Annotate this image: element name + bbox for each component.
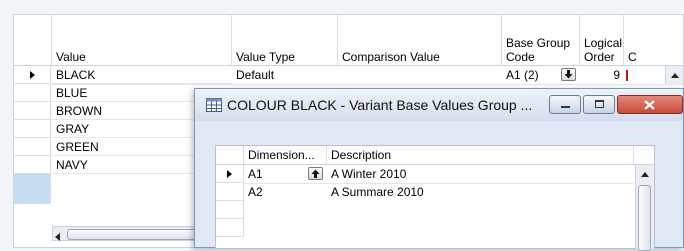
cell-description[interactable]: A Winter 2010 xyxy=(331,165,406,183)
row-selector[interactable] xyxy=(14,156,51,174)
header-c[interactable]: C xyxy=(624,15,654,66)
dimension-row-selector[interactable] xyxy=(216,201,244,219)
row-divider xyxy=(244,183,634,184)
cell-comparison-value[interactable] xyxy=(338,66,502,84)
header-base-group-code[interactable]: Base Group Code xyxy=(502,15,580,66)
dimension-lookup-button[interactable] xyxy=(308,167,323,180)
horizontal-scroll-thumb[interactable] xyxy=(67,229,209,240)
row-selector-header xyxy=(14,15,52,66)
text-cursor-marker xyxy=(626,70,628,81)
variant-base-values-dialog: COLOUR BLACK - Variant Base Values Group… xyxy=(194,88,684,251)
current-row-arrow-icon xyxy=(29,70,35,79)
vertical-scroll-thumb[interactable] xyxy=(638,185,651,251)
header-comparison-value-label: Comparison Value xyxy=(342,50,440,64)
dialog-title: COLOUR BLACK - Variant Base Values Group… xyxy=(227,97,533,113)
header-base-group-code-line1: Base Group xyxy=(506,36,571,50)
row-selector[interactable] xyxy=(14,102,51,120)
header-dimension[interactable]: Dimension... xyxy=(244,146,327,164)
row-selector[interactable] xyxy=(14,138,51,156)
header-value[interactable]: Value xyxy=(52,15,232,66)
dialog-title-bar[interactable]: COLOUR BLACK - Variant Base Values Group… xyxy=(195,89,683,121)
header-value-type-label: Value Type xyxy=(236,50,295,64)
horizontal-scrollbar[interactable] xyxy=(52,226,212,241)
row-divider xyxy=(52,84,683,85)
down-arrow-icon xyxy=(564,70,573,79)
header-base-group-code-line2: Code xyxy=(506,50,535,64)
header-value-label: Value xyxy=(56,50,86,64)
dimension-row-selector[interactable] xyxy=(216,183,244,201)
header-logical-order[interactable]: Logical Order xyxy=(580,15,624,66)
dimension-vertical-scrollbar[interactable] xyxy=(635,165,654,251)
cell-logical-order[interactable]: 9 xyxy=(580,66,624,84)
minimize-button[interactable] xyxy=(549,95,581,114)
close-button[interactable] xyxy=(617,95,683,114)
scroll-up-button[interactable] xyxy=(665,66,683,84)
cell-description[interactable]: A Summare 2010 xyxy=(331,183,424,201)
dimension-row-selector-header xyxy=(216,146,244,164)
dimension-row-selector-current[interactable] xyxy=(216,165,244,183)
close-icon xyxy=(644,100,655,110)
up-arrow-icon xyxy=(311,169,320,178)
header-value-type[interactable]: Value Type xyxy=(232,15,338,66)
row-selector-current[interactable] xyxy=(14,66,51,84)
row-selector[interactable] xyxy=(14,120,51,138)
chevron-up-icon xyxy=(670,72,679,78)
cell-dimension[interactable]: A2 xyxy=(248,183,263,201)
chevron-up-icon[interactable] xyxy=(641,172,649,177)
header-logical-order-line1: Logical xyxy=(584,36,623,50)
base-group-code-text: A1 (2) xyxy=(506,68,539,82)
maximize-icon xyxy=(595,100,604,108)
row-selector[interactable] xyxy=(14,84,51,102)
base-group-code-lookup-button[interactable] xyxy=(561,68,576,81)
dimension-grid: Dimension... Description A1 A Winter 201… xyxy=(215,145,655,251)
maximize-button[interactable] xyxy=(583,95,615,114)
cell-value-type[interactable]: Default xyxy=(232,66,338,84)
header-logical-order-line2: Order xyxy=(584,50,615,64)
scroll-left-button[interactable] xyxy=(55,230,60,244)
table-icon xyxy=(206,98,222,115)
header-description[interactable]: Description xyxy=(327,146,634,164)
header-c-label: C xyxy=(628,50,637,64)
chevron-left-icon xyxy=(55,233,60,241)
dimension-header-divider xyxy=(216,164,654,165)
header-comparison-value[interactable]: Comparison Value xyxy=(338,15,502,66)
cell-dimension[interactable]: A1 xyxy=(248,165,263,183)
current-row-arrow-icon xyxy=(227,169,232,178)
dimension-row-selector[interactable] xyxy=(216,219,244,237)
row-selector-new[interactable] xyxy=(14,174,51,204)
minimize-icon xyxy=(561,106,570,108)
cell-value[interactable]: BLACK xyxy=(52,66,232,84)
